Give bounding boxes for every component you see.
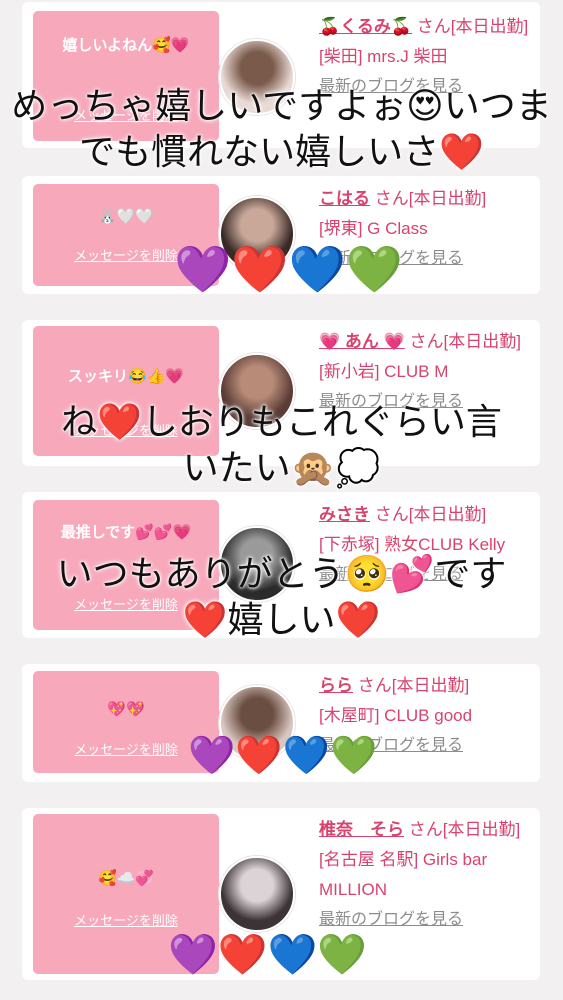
message-card: 💖💖 メッセージを削除 らら さん[本日出勤] [木屋町] CLUB good … <box>22 664 540 782</box>
delete-message-link[interactable]: メッセージを削除 <box>33 594 219 613</box>
message-bubble: 🐰🤍🤍 メッセージを削除 <box>33 184 232 286</box>
girl-name-link[interactable]: 椎奈 そら <box>319 820 404 839</box>
avatar[interactable] <box>219 39 295 115</box>
shop-label: [柴田] mrs.J 柴田 <box>319 47 448 66</box>
blog-link[interactable]: 最新のブログを見る <box>319 905 531 935</box>
message-text: 嬉しいよねん🥰💗 <box>62 37 190 54</box>
girl-name-link[interactable]: らら <box>319 676 353 695</box>
message-card: スッキリ😂👍💗 メッセージを削除 💗 あん 💗 さん[本日出勤] [新小岩] C… <box>22 320 540 466</box>
message-bubble: 嬉しいよねん🥰💗 メッセージを削除 <box>33 11 232 141</box>
message-card: 嬉しいよねん🥰💗 メッセージを削除 🍒くるみ🍒 さん[本日出勤] [柴田] mr… <box>22 2 540 148</box>
girl-info: 🍒くるみ🍒 さん[本日出勤] [柴田] mrs.J 柴田 最新のブログを見る <box>319 12 531 102</box>
delete-message-link[interactable]: メッセージを削除 <box>33 245 219 264</box>
girl-name-link[interactable]: 🍒くるみ🍒 <box>319 17 412 36</box>
avatar[interactable] <box>219 526 295 602</box>
message-card: 最推しです💕💕💗 メッセージを削除 みさき さん[本日出勤] [下赤塚] 熟女C… <box>22 492 540 638</box>
delete-message-link[interactable]: メッセージを削除 <box>33 420 219 439</box>
attendance-label: さん[本日出勤] <box>374 505 487 524</box>
message-card: 🐰🤍🤍 メッセージを削除 こはる さん[本日出勤] [堺東] G Class 最… <box>22 176 540 294</box>
shop-label: [新小岩] CLUB M <box>319 362 449 381</box>
girl-info: らら さん[本日出勤] [木屋町] CLUB good 最新のブログを見る <box>319 671 531 761</box>
blog-link[interactable]: 最新のブログを見る <box>319 560 531 590</box>
message-text: スッキリ😂👍💗 <box>67 368 185 385</box>
shop-label: [堺東] G Class <box>319 219 428 238</box>
attendance-label: さん[本日出勤] <box>408 820 521 839</box>
message-bubble: 🥰☁️💞 メッセージを削除 <box>33 814 232 974</box>
shop-label: [名古屋 名駅] Girls bar MILLION <box>319 850 488 899</box>
delete-message-link[interactable]: メッセージを削除 <box>33 739 219 758</box>
girl-info: 💗 あん 💗 さん[本日出勤] [新小岩] CLUB M 最新のブログを見る <box>319 327 531 417</box>
avatar[interactable] <box>219 196 295 272</box>
delete-message-link[interactable]: メッセージを削除 <box>33 105 219 124</box>
girl-info: 椎奈 そら さん[本日出勤] [名古屋 名駅] Girls bar MILLIO… <box>319 815 531 935</box>
girl-name-link[interactable]: こはる <box>319 189 370 208</box>
attendance-label: さん[本日出勤] <box>409 332 521 351</box>
attendance-label: さん[本日出勤] <box>374 189 487 208</box>
message-card: 🥰☁️💞 メッセージを削除 椎奈 そら さん[本日出勤] [名古屋 名駅] Gi… <box>22 808 540 980</box>
girl-info: みさき さん[本日出勤] [下赤塚] 熟女CLUB Kelly 最新のブログを見… <box>319 500 531 590</box>
blog-link[interactable]: 最新のブログを見る <box>319 244 531 274</box>
attendance-label: さん[本日出勤] <box>416 17 529 36</box>
girl-name-link[interactable]: みさき <box>319 505 370 524</box>
girl-name-link[interactable]: 💗 あん 💗 <box>319 332 405 351</box>
shop-label: [下赤塚] 熟女CLUB Kelly <box>319 535 506 554</box>
message-text: 最推しです💕💕💗 <box>60 524 192 541</box>
message-bubble: 💖💖 メッセージを削除 <box>33 671 232 773</box>
blog-link[interactable]: 最新のブログを見る <box>319 731 531 761</box>
delete-message-link[interactable]: メッセージを削除 <box>33 910 219 929</box>
message-text: 💖💖 <box>107 701 145 718</box>
shop-label: [木屋町] CLUB good <box>319 706 473 725</box>
blog-link[interactable]: 最新のブログを見る <box>319 387 531 417</box>
avatar[interactable] <box>219 353 295 429</box>
blog-link[interactable]: 最新のブログを見る <box>319 72 531 102</box>
avatar[interactable] <box>219 685 295 761</box>
message-text: 🐰🤍🤍 <box>97 208 155 225</box>
message-text: 🥰☁️💞 <box>97 870 155 887</box>
message-bubble: スッキリ😂👍💗 メッセージを削除 <box>33 326 232 456</box>
girl-info: こはる さん[本日出勤] [堺東] G Class 最新のブログを見る <box>319 184 531 274</box>
attendance-label: さん[本日出勤] <box>357 676 470 695</box>
avatar[interactable] <box>219 856 295 932</box>
message-bubble: 最推しです💕💕💗 メッセージを削除 <box>33 500 232 630</box>
